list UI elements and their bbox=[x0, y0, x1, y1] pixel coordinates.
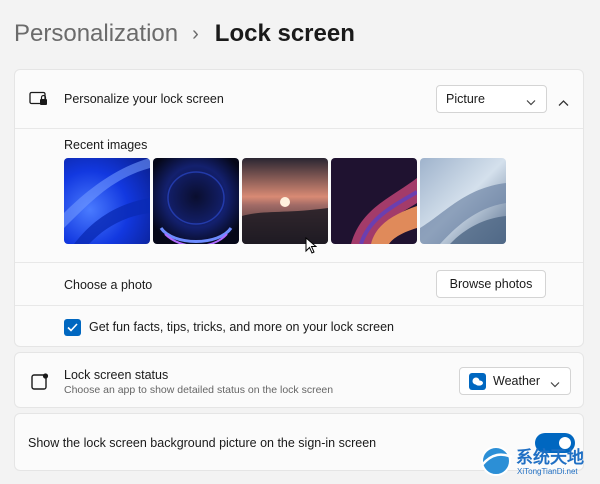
checkmark-icon bbox=[67, 319, 78, 337]
personalize-label: Personalize your lock screen bbox=[64, 92, 224, 106]
lock-screen-status-icon bbox=[31, 373, 49, 396]
breadcrumb-separator: › bbox=[192, 22, 199, 45]
lock-screen-status-card: Lock screen status Choose an app to show… bbox=[14, 352, 584, 408]
fun-facts-label: Get fun facts, tips, tricks, and more on… bbox=[89, 320, 394, 334]
recent-images-label: Recent images bbox=[64, 138, 148, 152]
watermark-logo: 系统天地 XiTongTianDi.net bbox=[478, 440, 598, 482]
browse-photos-label: Browse photos bbox=[449, 277, 533, 291]
personalize-lock-screen-card: Personalize your lock screen Picture Rec… bbox=[14, 69, 584, 347]
status-subtitle: Choose an app to show detailed status on… bbox=[64, 384, 334, 396]
status-app-dropdown[interactable]: Weather bbox=[459, 367, 571, 395]
status-title: Lock screen status bbox=[64, 368, 169, 382]
signin-picture-label: Show the lock screen background picture … bbox=[28, 436, 377, 450]
chevron-down-icon bbox=[526, 95, 536, 109]
chevron-up-icon[interactable] bbox=[558, 94, 569, 112]
chevron-down-icon bbox=[550, 377, 560, 391]
watermark-text: 系统天地 bbox=[516, 448, 584, 468]
recent-image-2[interactable] bbox=[153, 158, 239, 244]
lock-screen-background-dropdown[interactable]: Picture bbox=[436, 85, 547, 113]
mouse-cursor-icon bbox=[305, 236, 318, 259]
divider bbox=[15, 128, 583, 129]
fun-facts-checkbox[interactable] bbox=[64, 319, 81, 336]
personalize-header-row[interactable]: Personalize your lock screen Picture bbox=[15, 70, 583, 128]
divider bbox=[15, 305, 583, 306]
recent-image-4[interactable] bbox=[331, 158, 417, 244]
watermark-url: XiTongTianDi.net bbox=[517, 467, 578, 476]
breadcrumb-parent[interactable]: Personalization bbox=[14, 20, 178, 48]
choose-photo-label: Choose a photo bbox=[64, 278, 153, 292]
dropdown-value: Picture bbox=[446, 92, 485, 106]
recent-image-1[interactable] bbox=[64, 158, 150, 244]
page-title: Lock screen bbox=[214, 20, 355, 47]
recent-image-5[interactable] bbox=[420, 158, 506, 244]
weather-app-icon bbox=[469, 372, 486, 390]
dropdown-value: Weather bbox=[493, 374, 541, 388]
divider bbox=[15, 262, 583, 263]
browse-photos-button[interactable]: Browse photos bbox=[436, 270, 546, 298]
recent-image-3[interactable] bbox=[242, 158, 328, 244]
lock-screen-monitor-icon bbox=[29, 91, 49, 112]
breadcrumb: Personalization › Lock screen bbox=[14, 14, 355, 54]
